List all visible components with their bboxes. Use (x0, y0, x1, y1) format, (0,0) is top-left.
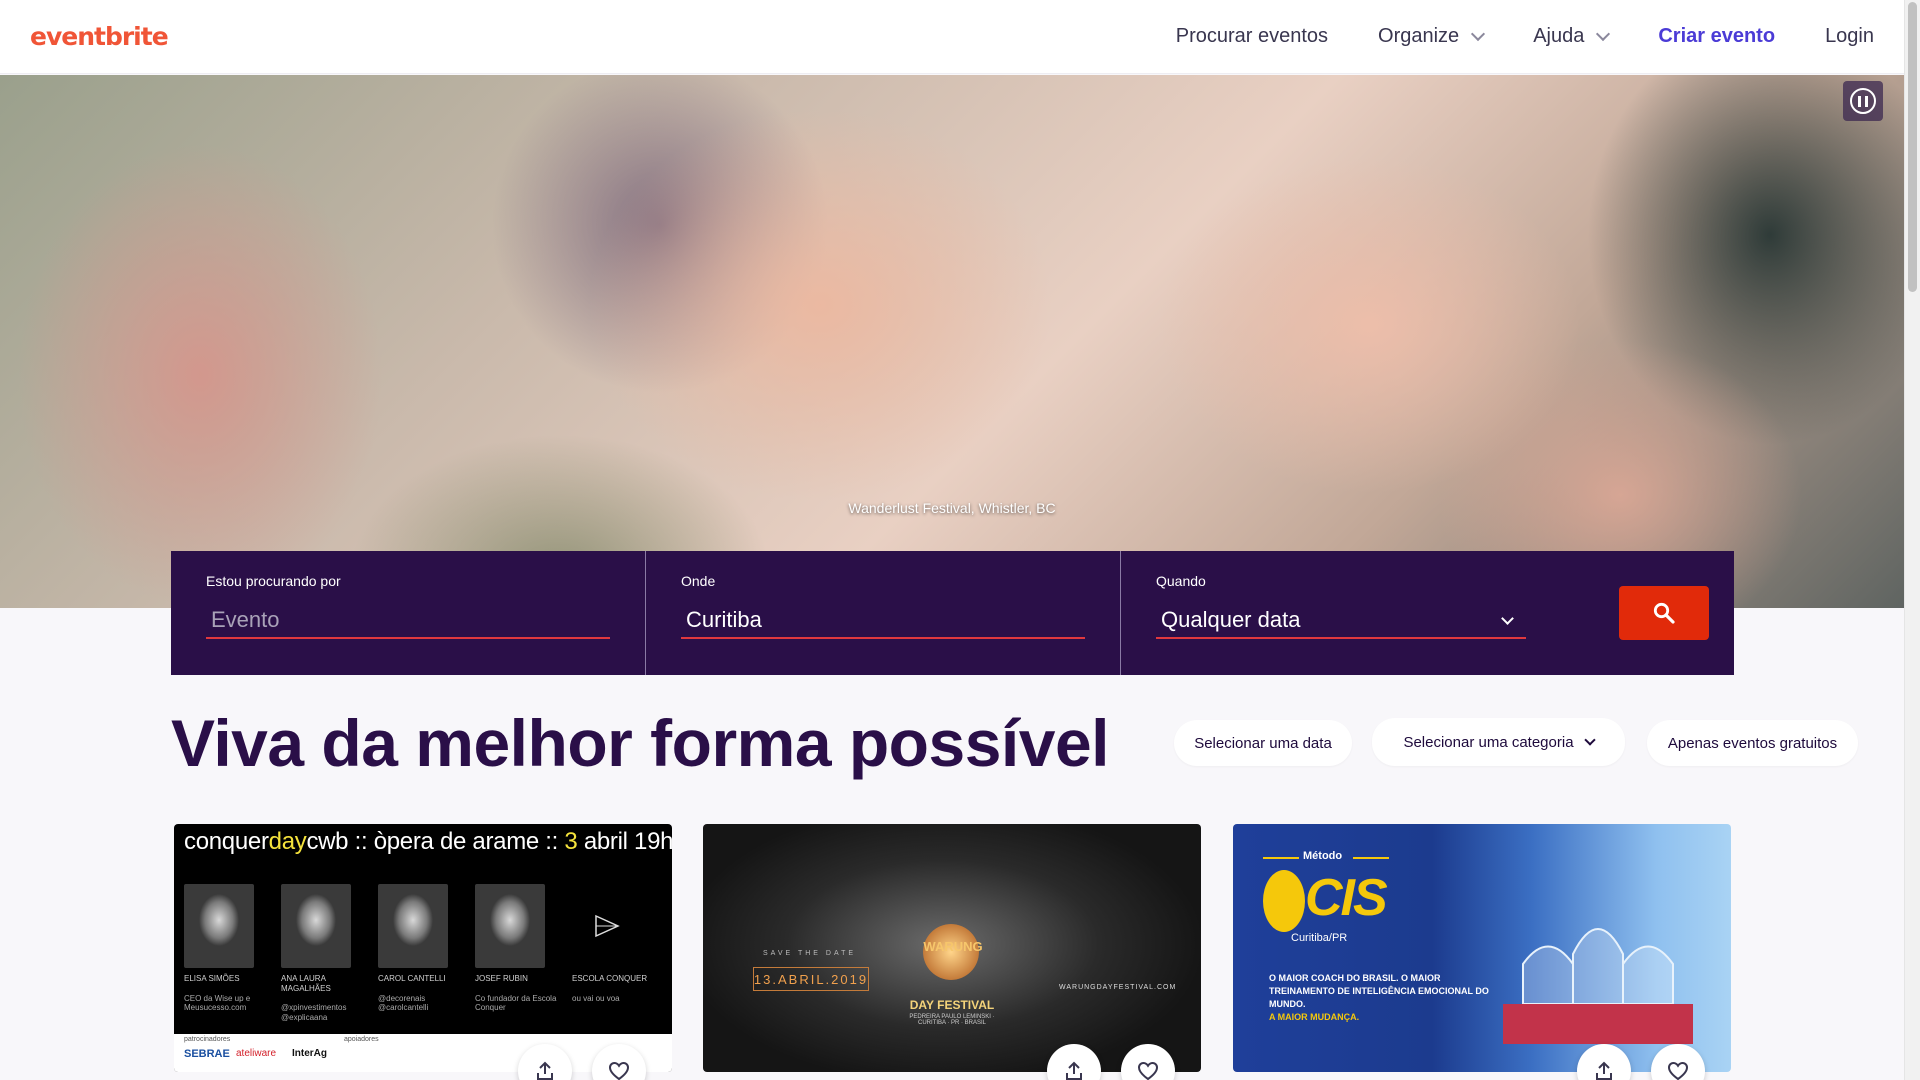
card-conquerday-title: conquerdaycwb :: òpera de arame :: 3 abr… (184, 828, 672, 855)
nav-help-label: Ajuda (1533, 25, 1585, 47)
botanical-garden-illustration (1503, 928, 1693, 1044)
filter-category-label: Selecionar uma categoria (1403, 733, 1574, 751)
section-title: Viva da melhor forma possível (171, 706, 1110, 780)
search-where-field: Onde Curitiba (646, 551, 1121, 675)
event-city: Curitiba/PR (1291, 932, 1348, 944)
nav-browse-label: Procurar eventos (1175, 25, 1329, 47)
speaker-list: ELISA SIMÕES CEO da Wise up e Meusucesso.… (184, 884, 669, 1022)
heart-icon (608, 1061, 630, 1080)
chevron-down-icon (1596, 26, 1611, 41)
search-where-value: Curitiba (686, 607, 762, 632)
divider (1353, 857, 1389, 859)
speaker-photo (378, 884, 448, 968)
main-nav: Procurar eventos Organize Ajuda Criar ev… (1126, 0, 1874, 73)
cis-logo: CIS (1305, 869, 1388, 927)
event-card-conquerday[interactable]: conquerdaycwb :: òpera de arame :: 3 abr… (174, 824, 672, 1072)
hero-caption: Wanderlust Festival, Whistler, BC (848, 500, 1056, 516)
save-the-date-label: SAVE THE DATE (763, 950, 857, 957)
search-what-input[interactable]: Evento (206, 603, 610, 639)
hero-banner: Wanderlust Festival, Whistler, BC (0, 75, 1904, 608)
event-tagline: O MAIOR COACH DO BRASIL. O MAIOR TREINAM… (1269, 973, 1489, 1023)
play-triangle-icon (595, 914, 620, 938)
divider (1263, 857, 1299, 859)
nav-organize[interactable]: Organize (1378, 25, 1486, 48)
sponsor-logo: SEBRAE (184, 1048, 230, 1060)
filter-date-button[interactable]: Selecionar uma data (1174, 720, 1352, 766)
event-card-metodo-cis[interactable]: Método CIS Curitiba/PR O MAIOR COACH DO … (1233, 824, 1731, 1072)
share-icon (1066, 1061, 1082, 1080)
method-label: Método (1303, 850, 1343, 862)
search-what-field: Estou procurando por Evento (171, 551, 646, 675)
chevron-down-icon (1583, 734, 1596, 746)
cis-logo-mark (1263, 870, 1305, 932)
filter-free-label: Apenas eventos gratuitos (1667, 734, 1838, 752)
search-when-field: Quando Qualquer data (1121, 551, 1561, 675)
sponsor-logo: InterAg (292, 1048, 327, 1059)
share-icon (1596, 1061, 1612, 1080)
festival-logo: WARUNG (923, 939, 983, 954)
nav-login-label: Login (1825, 25, 1874, 47)
eventbrite-logo[interactable]: eventbrite (30, 22, 169, 51)
scrollbar-thumb[interactable] (1908, 2, 1917, 292)
nav-organize-label: Organize (1378, 25, 1460, 47)
heart-icon (1137, 1061, 1159, 1080)
search-when-select[interactable]: Qualquer data (1156, 603, 1526, 639)
sponsor-logo: ateliware (236, 1048, 277, 1059)
filter-date-label: Selecionar uma data (1194, 734, 1332, 752)
chevron-down-icon (1501, 611, 1514, 625)
search-submit-button[interactable] (1619, 586, 1709, 640)
filter-category-select[interactable]: Selecionar uma categoria (1372, 718, 1625, 766)
speaker-photo (281, 884, 351, 968)
speaker-photo (475, 884, 545, 968)
top-nav-bar: eventbrite Procurar eventos Organize Aju… (0, 0, 1904, 74)
chevron-down-icon (1471, 26, 1486, 41)
speaker: ELISA SIMÕES CEO da Wise up e Meusucesso.… (184, 884, 281, 1022)
nav-help[interactable]: Ajuda (1533, 25, 1611, 48)
page-scrollbar[interactable] (1904, 0, 1920, 1080)
search-where-input[interactable]: Curitiba (681, 603, 1085, 639)
speaker: CAROL CANTELLI @decorenais @carolcantelli (378, 884, 475, 1022)
speaker: ANA LAURA MAGALHÃES @xpinvestimentos @exp… (281, 884, 378, 1022)
search-when-label: Quando (1156, 573, 1206, 589)
search-where-label: Onde (681, 573, 716, 589)
pause-icon (1850, 88, 1876, 114)
nav-create-event[interactable]: Criar evento (1658, 25, 1775, 48)
speaker-photo (184, 884, 254, 968)
festival-url: WARUNGDAYFESTIVAL.COM (1059, 984, 1177, 991)
festival-venue: PEDREIRA PAULO LEMINSKI · CURITIBA · PR … (909, 1014, 995, 1026)
event-date: 13.ABRIL.2019 (753, 967, 869, 991)
search-bar: Estou procurando por Evento Onde Curitib… (171, 551, 1734, 675)
search-icon (1653, 602, 1675, 624)
event-card-warung[interactable]: SAVE THE DATE 13.ABRIL.2019 WARUNG DAY F… (703, 824, 1201, 1072)
share-icon (537, 1061, 553, 1080)
hero-pause-button[interactable] (1843, 81, 1883, 121)
search-what-label: Estou procurando por (206, 573, 341, 589)
speaker: JOSEF RUBIN Co fundador da Escola Conquer (475, 884, 572, 1022)
nav-create-label: Criar evento (1658, 25, 1776, 47)
festival-name: DAY FESTIVAL (909, 998, 995, 1012)
filter-free-button[interactable]: Apenas eventos gratuitos (1647, 720, 1858, 766)
nav-browse-events[interactable]: Procurar eventos (1176, 25, 1328, 48)
heart-icon (1667, 1061, 1689, 1080)
search-when-value: Qualquer data (1161, 607, 1301, 632)
speaker: ESCOLA CONQUER ou vai ou voa (572, 884, 669, 1022)
nav-login[interactable]: Login (1825, 25, 1874, 48)
